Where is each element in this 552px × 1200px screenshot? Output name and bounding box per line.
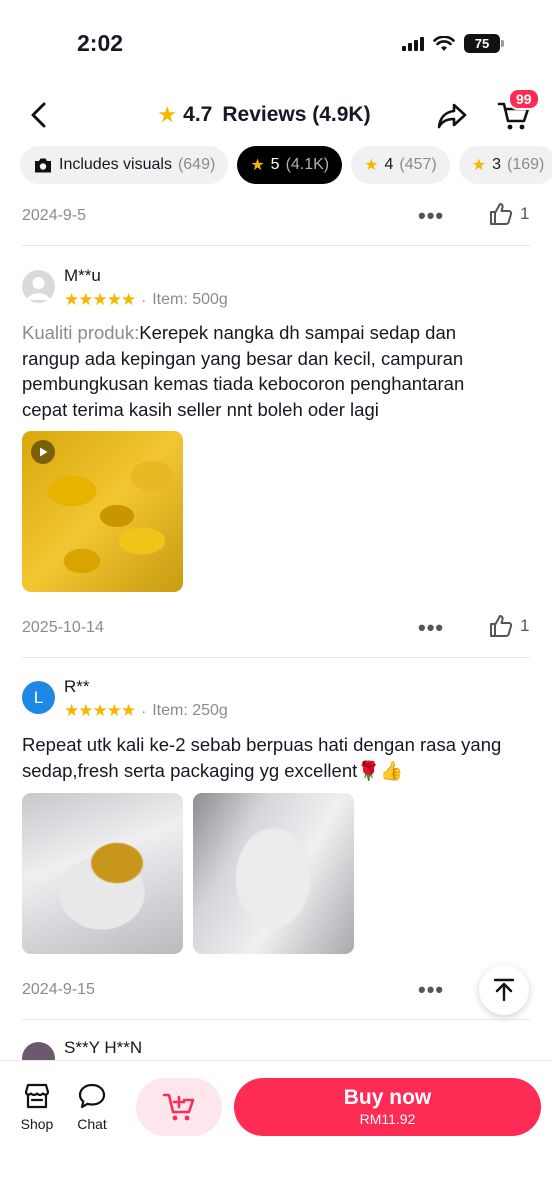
shop-button[interactable]: Shop <box>12 1083 62 1132</box>
buy-now-button[interactable]: Buy now RM11.92 <box>234 1078 541 1136</box>
reviews-title: Reviews (4.9K) <box>222 103 371 126</box>
review-date: 2024-9-15 <box>22 981 95 998</box>
filter-count: (649) <box>177 156 216 173</box>
review-photo[interactable] <box>193 793 354 954</box>
more-icon[interactable]: ••• <box>418 615 444 641</box>
add-to-cart-button[interactable] <box>136 1078 222 1136</box>
filter-label: 4 <box>384 156 394 173</box>
star-rating: ★★★★★ <box>64 701 136 720</box>
item-variant: Item: 250g <box>152 702 228 719</box>
review-text: Repeat utk kali ke-2 sebab berpuas hati … <box>22 732 512 783</box>
filter-count: (457) <box>399 156 437 173</box>
review-footer: 2024-9-5 ••• 1 <box>22 201 532 231</box>
star-icon: ★ <box>250 157 265 174</box>
chat-label: Chat <box>77 1116 107 1132</box>
buy-now-label: Buy now <box>343 1086 432 1109</box>
review-footer: 2025-10-14 ••• 1 <box>22 613 532 643</box>
bottom-action-bar: Shop Chat Buy now RM11.92 <box>0 1060 552 1200</box>
filter-5-star[interactable]: ★ 5 (4.1K) <box>237 146 343 184</box>
play-icon <box>31 440 55 464</box>
review-date: 2024-9-5 <box>22 207 87 224</box>
back-to-top-button[interactable] <box>479 965 529 1015</box>
divider <box>22 245 530 246</box>
avatar[interactable] <box>22 270 55 303</box>
filter-label: 3 <box>492 156 501 173</box>
signal-icon <box>402 36 424 51</box>
chat-icon <box>78 1083 106 1109</box>
more-icon[interactable]: ••• <box>418 977 444 1003</box>
filter-count: (169) <box>507 156 545 173</box>
status-bar: 2:02 75 <box>0 0 552 90</box>
camera-icon <box>35 158 51 172</box>
star-icon: ★ <box>471 157 487 174</box>
reviewer-name: S**Y H**N <box>64 1038 143 1057</box>
filter-4-star[interactable]: ★ 4 (457) <box>351 146 450 184</box>
like-count: 1 <box>520 204 530 223</box>
reviewer-header: L R** ★★★★★ · Item: 250g <box>22 677 532 727</box>
wifi-icon <box>433 35 455 51</box>
filter-3-star[interactable]: ★ 3 (169) <box>458 146 552 184</box>
review-body: Repeat utk kali ke-2 sebab berpuas hati … <box>22 734 502 781</box>
rating-value: 4.7 <box>183 103 213 126</box>
filter-label: 5 <box>270 156 280 173</box>
like-button[interactable]: 1 <box>488 613 529 639</box>
reviewer-name: M**u <box>64 266 101 285</box>
cart-badge: 99 <box>508 88 540 110</box>
item-variant: Item: 500g <box>152 291 228 308</box>
arrow-up-icon <box>493 978 515 1002</box>
price: RM11.92 <box>359 1111 416 1127</box>
add-to-cart-icon <box>162 1093 195 1121</box>
filter-chips: Includes visuals (649) ★ 5 (4.1K) ★ 4 (4… <box>20 146 552 184</box>
like-button[interactable]: 1 <box>488 201 529 227</box>
reviewer-name: R** <box>64 677 90 696</box>
header: ★ 4.7 Reviews (4.9K) 99 <box>0 88 552 144</box>
avatar[interactable]: L <box>22 681 55 714</box>
review-text: Kualiti produk:Kerepek nangka dh sampai … <box>22 320 512 422</box>
divider <box>22 657 530 658</box>
battery-icon: 75 <box>464 34 504 53</box>
separator-dot: · <box>141 291 147 309</box>
shop-label: Shop <box>20 1116 54 1132</box>
filter-count: (4.1K) <box>285 156 330 173</box>
more-icon[interactable]: ••• <box>418 203 444 229</box>
battery-level: 75 <box>464 34 500 53</box>
review-photo[interactable] <box>22 793 183 954</box>
review-date: 2025-10-14 <box>22 619 104 636</box>
star-rating: ★★★★★ <box>64 290 136 309</box>
thumbs-up-icon <box>490 203 513 225</box>
reviewer-header: M**u ★★★★★ · Item: 500g <box>22 266 532 316</box>
divider <box>22 1019 530 1020</box>
star-icon: ★ <box>364 157 379 174</box>
chat-button[interactable]: Chat <box>67 1083 117 1132</box>
filter-includes-visuals[interactable]: Includes visuals (649) <box>20 146 229 184</box>
review-footer: 2024-9-15 ••• <box>22 975 532 1005</box>
review-video-thumbnail[interactable] <box>22 431 183 592</box>
share-icon[interactable] <box>434 98 470 134</box>
shop-icon <box>24 1083 50 1109</box>
filter-label: Includes visuals <box>59 156 172 173</box>
thumbs-up-icon <box>490 615 513 637</box>
like-count: 1 <box>520 616 530 635</box>
status-time: 2:02 <box>77 30 124 56</box>
separator-dot: · <box>141 702 147 720</box>
review-label: Kualiti produk: <box>22 322 140 343</box>
status-icons: 75 <box>402 34 504 53</box>
star-icon: ★ <box>157 102 178 127</box>
